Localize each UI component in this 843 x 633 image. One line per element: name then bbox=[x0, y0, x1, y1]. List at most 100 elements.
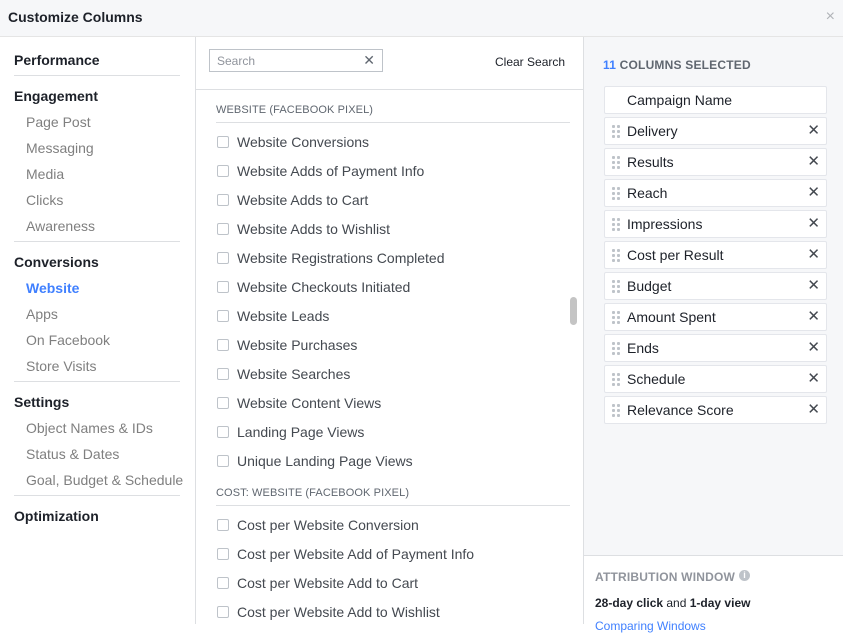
drag-handle-icon[interactable] bbox=[612, 404, 620, 417]
selected-column-label: Ends bbox=[627, 340, 659, 356]
nav-item[interactable]: Messaging bbox=[14, 135, 180, 161]
metric-option[interactable]: Website Leads bbox=[217, 305, 329, 327]
attribution-view: 1-day view bbox=[689, 596, 751, 610]
clear-search-icon[interactable]: ✕ bbox=[363, 52, 375, 69]
checkbox-icon[interactable] bbox=[217, 397, 229, 409]
metric-option[interactable]: Cost per Website Add to Wishlist bbox=[217, 601, 440, 623]
checkbox-icon[interactable] bbox=[217, 223, 229, 235]
checkbox-icon[interactable] bbox=[217, 455, 229, 467]
nav-item[interactable]: Website bbox=[14, 275, 180, 301]
nav-heading-settings[interactable]: Settings bbox=[14, 389, 180, 415]
selected-column-label: Cost per Result bbox=[627, 247, 724, 263]
metric-option[interactable]: Cost per Website Add to Cart bbox=[217, 572, 418, 594]
metric-option[interactable]: Website Checkouts Initiated bbox=[217, 276, 410, 298]
selected-column[interactable]: Relevance Score ✕ bbox=[604, 396, 827, 424]
drag-handle-icon[interactable] bbox=[612, 249, 620, 262]
metric-label: Unique Landing Page Views bbox=[237, 453, 413, 469]
remove-icon[interactable]: ✕ bbox=[807, 339, 820, 357]
selected-column[interactable]: Results ✕ bbox=[604, 148, 827, 176]
nav-heading-optimization[interactable]: Optimization bbox=[14, 503, 180, 529]
metric-option[interactable]: Website Conversions bbox=[217, 131, 369, 153]
checkbox-icon[interactable] bbox=[217, 426, 229, 438]
remove-icon[interactable]: ✕ bbox=[807, 246, 820, 264]
nav-divider bbox=[14, 495, 180, 496]
selected-column[interactable]: Impressions ✕ bbox=[604, 210, 827, 238]
checkbox-icon[interactable] bbox=[217, 368, 229, 380]
remove-icon[interactable]: ✕ bbox=[807, 215, 820, 233]
nav-heading-engagement[interactable]: Engagement bbox=[14, 83, 180, 109]
metric-label: Website Content Views bbox=[237, 395, 382, 411]
remove-icon[interactable]: ✕ bbox=[807, 184, 820, 202]
metric-option[interactable]: Website Searches bbox=[217, 363, 350, 385]
metric-option[interactable]: Website Adds of Payment Info bbox=[217, 160, 424, 182]
metric-option[interactable]: Unique Landing Page Views bbox=[217, 450, 413, 472]
nav-item[interactable]: Apps bbox=[14, 301, 180, 327]
close-icon[interactable]: × bbox=[826, 8, 835, 26]
selected-column[interactable]: Campaign Name bbox=[604, 86, 827, 114]
checkbox-icon[interactable] bbox=[217, 606, 229, 618]
metric-option[interactable]: Landing Page Views bbox=[217, 421, 364, 443]
drag-handle-icon[interactable] bbox=[612, 311, 620, 324]
selected-column[interactable]: Delivery ✕ bbox=[604, 117, 827, 145]
metric-label: Website Registrations Completed bbox=[237, 250, 445, 266]
remove-icon[interactable]: ✕ bbox=[807, 401, 820, 419]
checkbox-icon[interactable] bbox=[217, 194, 229, 206]
nav-heading-conversions[interactable]: Conversions bbox=[14, 249, 180, 275]
checkbox-icon[interactable] bbox=[217, 519, 229, 531]
nav-item[interactable]: Page Post bbox=[14, 109, 180, 135]
metric-label: Website Adds to Cart bbox=[237, 192, 369, 208]
nav-item[interactable]: Media bbox=[14, 161, 180, 187]
checkbox-icon[interactable] bbox=[217, 310, 229, 322]
drag-handle-icon[interactable] bbox=[612, 342, 620, 355]
remove-icon[interactable]: ✕ bbox=[807, 277, 820, 295]
scrollbar-thumb[interactable] bbox=[570, 297, 577, 325]
drag-handle-icon[interactable] bbox=[612, 125, 620, 138]
selected-column[interactable]: Ends ✕ bbox=[604, 334, 827, 362]
section-heading: COST: WEBSITE (FACEBOOK PIXEL) bbox=[216, 487, 410, 499]
checkbox-icon[interactable] bbox=[217, 136, 229, 148]
nav-group: Conversions Website Apps On Facebook Store V… bbox=[14, 249, 180, 379]
checkbox-icon[interactable] bbox=[217, 252, 229, 264]
nav-item[interactable]: Awareness bbox=[14, 213, 180, 239]
drag-handle-icon[interactable] bbox=[612, 280, 620, 293]
info-icon[interactable]: i bbox=[739, 570, 750, 581]
metric-option[interactable]: Website Adds to Wishlist bbox=[217, 218, 390, 240]
remove-icon[interactable]: ✕ bbox=[807, 370, 820, 388]
selected-column[interactable]: Cost per Result ✕ bbox=[604, 241, 827, 269]
selected-column[interactable]: Reach ✕ bbox=[604, 179, 827, 207]
nav-item[interactable]: Status & Dates bbox=[14, 441, 180, 467]
nav-heading-performance[interactable]: Performance bbox=[14, 47, 180, 73]
selected-column[interactable]: Amount Spent ✕ bbox=[604, 303, 827, 331]
drag-handle-icon[interactable] bbox=[612, 187, 620, 200]
remove-icon[interactable]: ✕ bbox=[807, 153, 820, 171]
clear-search-button[interactable]: Clear Search bbox=[495, 55, 565, 69]
metric-option[interactable]: Cost per Website Conversion bbox=[217, 514, 419, 536]
checkbox-icon[interactable] bbox=[217, 339, 229, 351]
nav-item[interactable]: Store Visits bbox=[14, 353, 180, 379]
metric-option[interactable]: Cost per Website Add of Payment Info bbox=[217, 543, 474, 565]
checkbox-icon[interactable] bbox=[217, 577, 229, 589]
selected-column[interactable]: Schedule ✕ bbox=[604, 365, 827, 393]
nav-item[interactable]: Clicks bbox=[14, 187, 180, 213]
nav-item[interactable]: Object Names & IDs bbox=[14, 415, 180, 441]
selected-column-label: Campaign Name bbox=[627, 92, 733, 108]
metric-option[interactable]: Website Content Views bbox=[217, 392, 381, 414]
metric-option[interactable]: Website Registrations Completed bbox=[217, 247, 445, 269]
nav-divider bbox=[14, 75, 180, 76]
comparing-windows-link[interactable]: Comparing Windows bbox=[595, 619, 706, 633]
checkbox-icon[interactable] bbox=[217, 165, 229, 177]
drag-handle-icon[interactable] bbox=[612, 218, 620, 231]
metric-label: Website Adds to Wishlist bbox=[237, 221, 391, 237]
selected-column[interactable]: Budget ✕ bbox=[604, 272, 827, 300]
checkbox-icon[interactable] bbox=[217, 548, 229, 560]
remove-icon[interactable]: ✕ bbox=[807, 122, 820, 140]
checkbox-icon[interactable] bbox=[217, 281, 229, 293]
drag-handle-icon[interactable] bbox=[612, 373, 620, 386]
search-input[interactable] bbox=[210, 50, 369, 71]
metric-option[interactable]: Website Adds to Cart bbox=[217, 189, 368, 211]
metric-option[interactable]: Website Purchases bbox=[217, 334, 357, 356]
remove-icon[interactable]: ✕ bbox=[807, 308, 820, 326]
drag-handle-icon[interactable] bbox=[612, 156, 620, 169]
nav-item[interactable]: Goal, Budget & Schedule bbox=[14, 467, 183, 493]
nav-item[interactable]: On Facebook bbox=[14, 327, 180, 353]
